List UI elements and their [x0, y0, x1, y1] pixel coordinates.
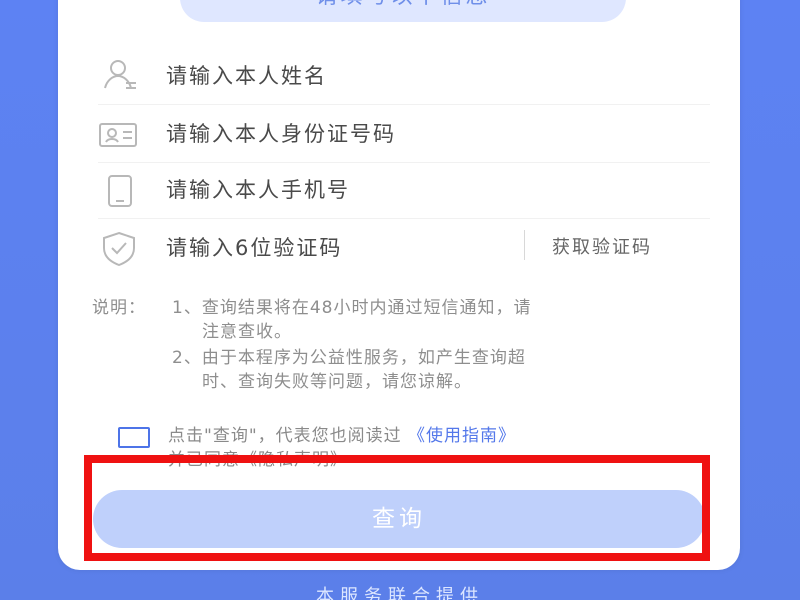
phone-input-placeholder[interactable]: 请输入本人手机号: [166, 174, 350, 204]
instruction-line-3: 2、由于本程序为公益性服务，如产生查询超: [172, 348, 526, 368]
agreement-text: 点击"查询"，代表您也阅读过 《使用指南》: [168, 425, 516, 447]
agreement-prefix: 点击"查询"，代表您也阅读过: [168, 426, 402, 446]
code-input-placeholder[interactable]: 请输入6位验证码: [166, 232, 342, 262]
get-code-button[interactable]: 获取验证码: [552, 233, 652, 259]
privacy-agreement-line[interactable]: 并已同意《隐私声明》: [168, 449, 348, 471]
code-divider: [524, 230, 525, 260]
verification-code-field[interactable]: 请输入6位验证码 获取验证码: [98, 218, 710, 276]
query-page: 请填写以下信息 请输入本人姓名 请输入本人身份证号码: [0, 0, 800, 600]
query-submit-button[interactable]: 查询: [93, 490, 705, 548]
agreement-checkbox-icon[interactable]: [118, 427, 150, 448]
user-icon: [98, 58, 140, 94]
footer-text: 本服务联合提供: [316, 586, 484, 600]
form-header: 请填写以下信息: [180, 0, 626, 22]
instruction-line-1: 1、查询结果将在48小时内通过短信通知，请: [172, 298, 532, 318]
name-field[interactable]: 请输入本人姓名: [98, 46, 710, 105]
instruction-line-4: 时、查询失败等问题，请您谅解。: [202, 372, 472, 392]
instruction-line-2: 注意查收。: [202, 322, 292, 342]
shield-check-icon: [98, 230, 140, 266]
usage-guide-link[interactable]: 《使用指南》: [408, 426, 516, 446]
id-input-placeholder[interactable]: 请输入本人身份证号码: [166, 118, 396, 148]
phone-field[interactable]: 请输入本人手机号: [98, 160, 710, 219]
id-number-field[interactable]: 请输入本人身份证号码: [98, 104, 710, 163]
name-input-placeholder[interactable]: 请输入本人姓名: [166, 60, 327, 90]
id-card-icon: [98, 116, 140, 152]
instructions-title: 说明：: [92, 298, 146, 318]
agreement-row[interactable]: 点击"查询"，代表您也阅读过 《使用指南》 并已同意《隐私声明》: [118, 425, 698, 470]
phone-icon: [98, 172, 140, 208]
